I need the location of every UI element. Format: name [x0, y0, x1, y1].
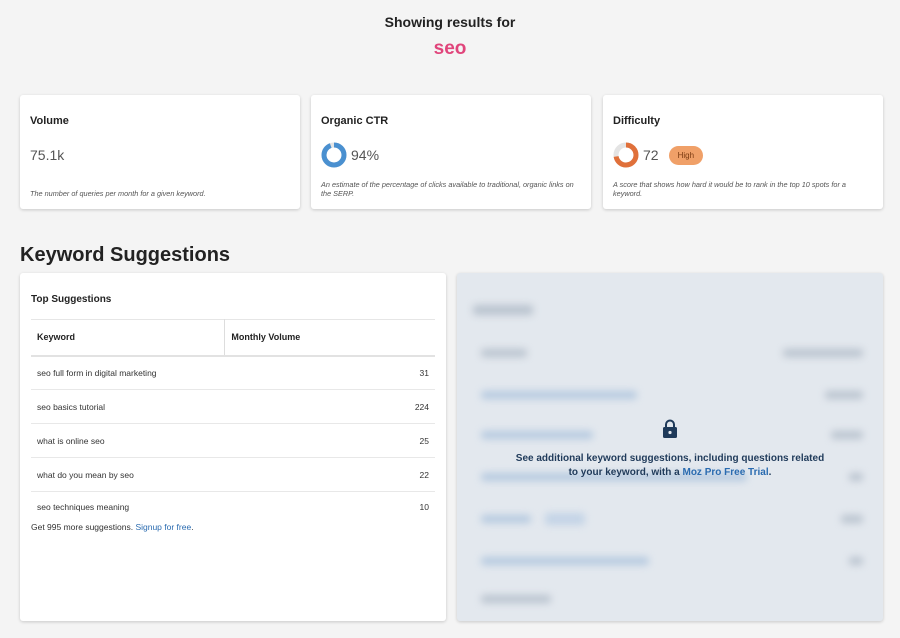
ctr-donut-chart	[321, 142, 347, 168]
organic-ctr-description: An estimate of the percentage of clicks …	[321, 180, 574, 198]
volume-cell: 31	[224, 355, 435, 390]
difficulty-value: 72	[643, 147, 659, 163]
volume-title: Volume	[30, 115, 69, 127]
top-suggestions-panel: Top Suggestions Keyword Monthly Volume s…	[20, 273, 446, 621]
upgrade-message-text: See additional keyword suggestions, incl…	[457, 452, 883, 480]
organic-ctr-card: Organic CTR 94% An estimate of the perce…	[311, 95, 591, 209]
organic-ctr-value: 94%	[351, 147, 380, 163]
more-suggestions-text: Get 995 more suggestions. Signup for fre…	[31, 522, 435, 532]
upgrade-message-line2: to your keyword, with a	[568, 467, 683, 478]
keyword-cell: seo techniques meaning	[37, 501, 130, 512]
volume-description: The number of queries per month for a gi…	[30, 189, 206, 198]
volume-cell: 25	[224, 423, 435, 458]
difficulty-title: Difficulty	[613, 115, 661, 127]
lock-icon	[663, 419, 677, 438]
searched-keyword: seo	[433, 38, 467, 59]
volume-cell: 10	[419, 501, 429, 512]
top-suggestions-title: Top Suggestions	[31, 294, 112, 305]
volume-card: Volume 75.1k The number of queries per m…	[20, 95, 300, 209]
ctr-donut-arc	[321, 142, 347, 168]
upgrade-message: See additional keyword suggestions, incl…	[457, 419, 883, 480]
table-row: seo full form in digital marketing 31	[31, 355, 435, 390]
more-suggestions-count: Get 995 more suggestions.	[31, 521, 134, 532]
results-header: Showing results for seo	[0, 14, 900, 60]
moz-pro-trial-link[interactable]: Moz Pro Free Trial	[682, 467, 768, 478]
upgrade-message-line1: See additional keyword suggestions, incl…	[515, 453, 825, 464]
difficulty-card: Difficulty 72 High A score that shows ho…	[603, 95, 883, 209]
table-row: seo basics tutorial 224	[31, 389, 435, 424]
showing-results-label: Showing results for	[384, 14, 516, 30]
keyword-suggestions-heading: Keyword Suggestions	[20, 244, 231, 266]
difficulty-badge: High	[668, 145, 704, 165]
keyword-cell: what is online seo	[31, 423, 225, 458]
table-row: seo techniques meaning 10	[31, 492, 435, 522]
period: .	[191, 521, 194, 532]
keyword-cell: what do you mean by seo	[31, 457, 225, 492]
keyword-cell: seo full form in digital marketing	[31, 355, 225, 390]
monthly-volume-column-header[interactable]: Monthly Volume	[224, 319, 435, 357]
table-header-row: Keyword Monthly Volume	[31, 319, 435, 357]
volume-cell: 224	[224, 389, 435, 424]
signup-link[interactable]: Signup for free	[135, 522, 191, 532]
upgrade-message-suffix: .	[768, 467, 772, 478]
suggestions-table: Keyword Monthly Volume seo full form in …	[31, 319, 435, 522]
volume-value: 75.1k	[30, 147, 65, 163]
table-row: what is online seo 25	[31, 423, 435, 458]
keyword-column-header[interactable]: Keyword	[31, 319, 225, 357]
volume-cell: 22	[224, 457, 435, 492]
keyword-cell: seo basics tutorial	[31, 389, 225, 424]
locked-questions-panel: See additional keyword suggestions, incl…	[457, 273, 883, 621]
organic-ctr-title: Organic CTR	[321, 115, 389, 127]
table-row: what do you mean by seo 22	[31, 457, 435, 492]
difficulty-description: A score that shows how hard it would be …	[613, 180, 846, 198]
difficulty-donut-chart	[613, 142, 639, 168]
